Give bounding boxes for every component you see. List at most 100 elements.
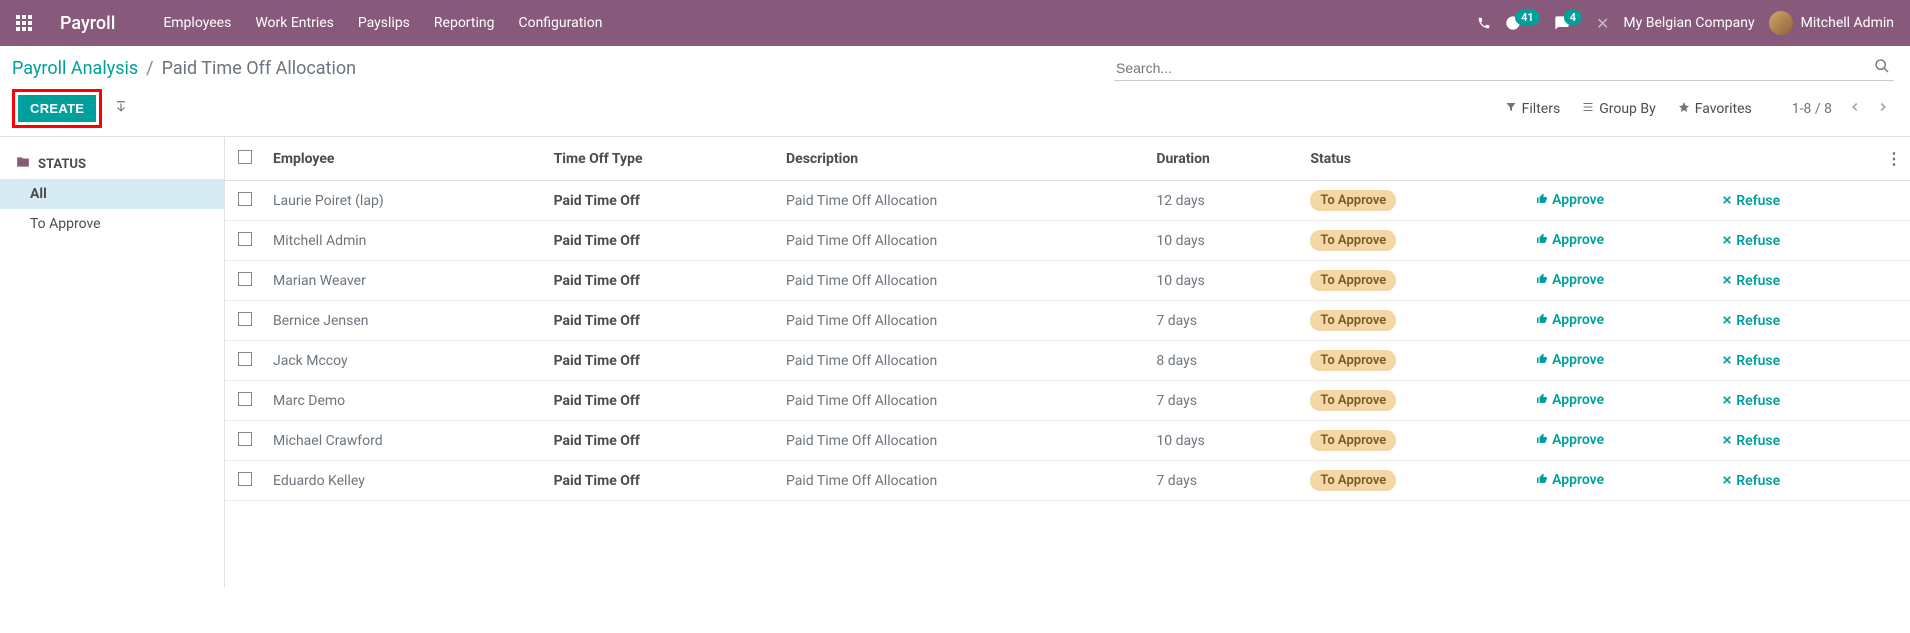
approve-button[interactable]: Approve [1536, 312, 1604, 328]
nav-payslips[interactable]: Payslips [358, 15, 410, 31]
chat-badge: 4 [1564, 10, 1582, 25]
groupby-button[interactable]: Group By [1582, 101, 1656, 117]
status-badge: To Approve [1310, 350, 1396, 371]
activity-icon[interactable]: 41 [1505, 15, 1540, 31]
pager-counter[interactable]: 1-8 / 8 [1792, 101, 1832, 117]
cell-duration: 8 days [1148, 341, 1302, 381]
create-button[interactable]: CREATE [18, 95, 96, 122]
row-checkbox[interactable] [238, 392, 252, 406]
table-row[interactable]: Jack MccoyPaid Time OffPaid Time Off All… [225, 341, 1910, 381]
table-row[interactable]: Laurie Poiret (lap)Paid Time OffPaid Tim… [225, 181, 1910, 221]
table-row[interactable]: Eduardo KelleyPaid Time OffPaid Time Off… [225, 461, 1910, 501]
cell-approve: Approve [1528, 421, 1714, 461]
nav-configuration[interactable]: Configuration [518, 15, 602, 31]
table-row[interactable]: Mitchell AdminPaid Time OffPaid Time Off… [225, 221, 1910, 261]
pager-next-icon[interactable] [1872, 98, 1894, 120]
search-input[interactable] [1114, 56, 1870, 80]
search-icon[interactable] [1870, 56, 1894, 80]
search-options: Filters Group By Favorites [1505, 101, 1752, 117]
cell-duration: 7 days [1148, 461, 1302, 501]
row-checkbox-cell [225, 341, 265, 381]
header-checkbox-cell [225, 137, 265, 181]
table-row[interactable]: Marian WeaverPaid Time OffPaid Time Off … [225, 261, 1910, 301]
cell-refuse: Refuse [1714, 341, 1878, 381]
cell-tot: Paid Time Off [546, 341, 778, 381]
filter-icon [1505, 101, 1517, 117]
thumbs-up-icon [1536, 193, 1548, 208]
search-bar [1114, 56, 1894, 81]
nav-work-entries[interactable]: Work Entries [255, 15, 334, 31]
refuse-button[interactable]: Refuse [1722, 393, 1780, 409]
cell-duration: 10 days [1148, 221, 1302, 261]
table-row[interactable]: Bernice JensenPaid Time OffPaid Time Off… [225, 301, 1910, 341]
favorites-button[interactable]: Favorites [1678, 101, 1752, 117]
row-checkbox[interactable] [238, 432, 252, 446]
approve-button[interactable]: Approve [1536, 352, 1604, 368]
refuse-button[interactable]: Refuse [1722, 433, 1780, 449]
kebab-icon[interactable]: ⋮ [1886, 149, 1902, 168]
table-row[interactable]: Marc DemoPaid Time OffPaid Time Off Allo… [225, 381, 1910, 421]
sidebar-item[interactable]: All [0, 179, 224, 209]
nav-reporting[interactable]: Reporting [434, 15, 495, 31]
refuse-button[interactable]: Refuse [1722, 313, 1780, 329]
header-employee[interactable]: Employee [265, 137, 546, 181]
cell-employee: Mitchell Admin [265, 221, 546, 261]
app-brand[interactable]: Payroll [60, 13, 115, 34]
row-checkbox[interactable] [238, 472, 252, 486]
approve-button[interactable]: Approve [1536, 432, 1604, 448]
refuse-button[interactable]: Refuse [1722, 233, 1780, 249]
row-checkbox[interactable] [238, 192, 252, 206]
breadcrumb-current: Paid Time Off Allocation [162, 58, 356, 79]
phone-icon[interactable] [1477, 16, 1491, 30]
header-tot[interactable]: Time Off Type [546, 137, 778, 181]
cell-desc: Paid Time Off Allocation [778, 301, 1148, 341]
filters-button[interactable]: Filters [1505, 101, 1561, 117]
row-checkbox[interactable] [238, 232, 252, 246]
approve-button[interactable]: Approve [1536, 192, 1604, 208]
cell-desc: Paid Time Off Allocation [778, 421, 1148, 461]
download-icon[interactable] [108, 96, 134, 122]
tray-close-icon[interactable]: ✕ [1596, 14, 1609, 33]
apps-icon[interactable] [16, 15, 32, 31]
thumbs-up-icon [1536, 273, 1548, 288]
cell-employee: Bernice Jensen [265, 301, 546, 341]
cell-refuse: Refuse [1714, 381, 1878, 421]
folder-icon [16, 155, 30, 173]
cell-approve: Approve [1528, 261, 1714, 301]
row-checkbox[interactable] [238, 272, 252, 286]
approve-button[interactable]: Approve [1536, 392, 1604, 408]
select-all-checkbox[interactable] [238, 150, 252, 164]
company-switcher[interactable]: My Belgian Company [1623, 15, 1754, 31]
header-status[interactable]: Status [1302, 137, 1528, 181]
user-menu[interactable]: Mitchell Admin [1769, 11, 1894, 35]
approve-button[interactable]: Approve [1536, 472, 1604, 488]
cell-duration: 10 days [1148, 421, 1302, 461]
sidebar-item[interactable]: To Approve [0, 209, 224, 239]
refuse-button[interactable]: Refuse [1722, 353, 1780, 369]
pager-prev-icon[interactable] [1844, 98, 1866, 120]
header-duration[interactable]: Duration [1148, 137, 1302, 181]
refuse-button[interactable]: Refuse [1722, 273, 1780, 289]
status-badge: To Approve [1310, 190, 1396, 211]
chat-icon[interactable]: 4 [1554, 15, 1582, 31]
sidebar: STATUS AllTo Approve [0, 137, 225, 587]
cell-refuse: Refuse [1714, 221, 1878, 261]
nav-employees[interactable]: Employees [163, 15, 231, 31]
cell-desc: Paid Time Off Allocation [778, 221, 1148, 261]
header-desc[interactable]: Description [778, 137, 1148, 181]
cell-approve: Approve [1528, 181, 1714, 221]
table-row[interactable]: Michael CrawfordPaid Time OffPaid Time O… [225, 421, 1910, 461]
cell-approve: Approve [1528, 461, 1714, 501]
approve-button[interactable]: Approve [1536, 232, 1604, 248]
breadcrumb-parent[interactable]: Payroll Analysis [12, 58, 138, 79]
close-icon [1722, 354, 1732, 368]
cell-status: To Approve [1302, 421, 1528, 461]
cell-refuse: Refuse [1714, 301, 1878, 341]
row-checkbox-cell [225, 461, 265, 501]
row-checkbox[interactable] [238, 352, 252, 366]
approve-button[interactable]: Approve [1536, 272, 1604, 288]
row-checkbox[interactable] [238, 312, 252, 326]
refuse-button[interactable]: Refuse [1722, 473, 1780, 489]
refuse-button[interactable]: Refuse [1722, 193, 1780, 209]
close-icon [1722, 274, 1732, 288]
